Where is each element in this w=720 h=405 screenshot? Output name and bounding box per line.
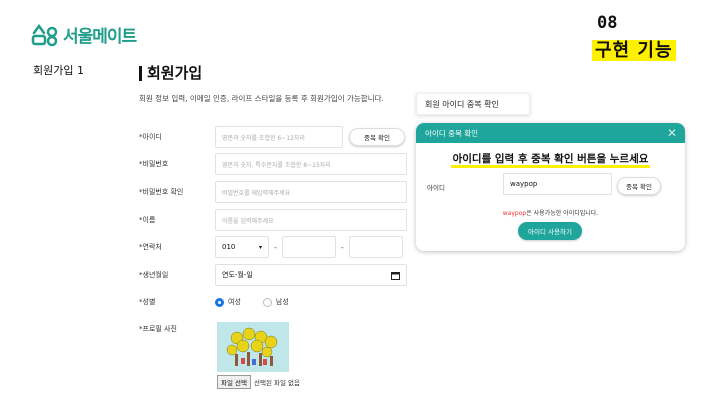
phone-prefix-select[interactable]: 010 ▾ xyxy=(215,236,269,258)
name-label: *이름 xyxy=(139,216,156,224)
page-description: 회원 정보 입력, 이메일 인증, 라이프 스타일을 등록 후 회원가입이 가능… xyxy=(139,94,384,103)
gender-male-label: 남성 xyxy=(275,298,289,306)
use-id-button[interactable]: 아이디 사용하기 xyxy=(518,222,582,240)
form-row-photo: *프로필 사진 xyxy=(139,318,215,340)
file-select-button[interactable]: 파일 선택 xyxy=(217,375,251,389)
birthdate-input[interactable]: 연도-월-일 xyxy=(215,264,407,286)
birthdate-value: 연도-월-일 xyxy=(222,271,253,279)
slide-number: 08 xyxy=(597,13,618,33)
page-title: 회원가입 xyxy=(139,66,202,81)
modal-id-label: 아이디 xyxy=(427,184,445,192)
profile-photo-preview xyxy=(217,322,289,372)
id-input[interactable]: 영문과 숫자를 조합한 6~12자리 xyxy=(215,126,343,148)
brand-name: 서울메이트 xyxy=(63,27,137,47)
password-confirm-label: *비밀번호 확인 xyxy=(139,188,184,196)
form-row-gender: *성별 여성 남성 xyxy=(139,291,311,313)
brand-logo: 서울메이트 xyxy=(31,22,137,47)
name-input[interactable]: 이름을 입력해주세요 xyxy=(215,209,407,231)
gender-female-label: 여성 xyxy=(228,298,241,306)
file-status: 선택된 파일 없음 xyxy=(254,379,300,387)
phone-last-input[interactable] xyxy=(348,236,403,258)
chevron-down-icon: ▾ xyxy=(258,243,262,251)
modal-result-id: waypop xyxy=(502,210,527,217)
phone-dash: - xyxy=(340,242,344,252)
annotation-callout: 회원 아이디 중복 확인 xyxy=(416,93,530,115)
radio-unchecked-icon[interactable] xyxy=(262,297,272,307)
password-input[interactable]: 영문과 숫자, 특수문자를 조합한 8~15자리 xyxy=(215,153,407,175)
slide-label: 회원가입 1 xyxy=(33,64,84,77)
form-row-name: *이름 이름을 입력해주세요 xyxy=(139,209,407,231)
close-icon[interactable]: ✕ xyxy=(667,126,677,140)
password-label: *비밀번호 xyxy=(139,160,169,168)
gender-option-male[interactable]: 남성 xyxy=(262,297,289,307)
radio-checked-icon[interactable] xyxy=(215,297,224,307)
form-row-birthdate: *생년월일 연도-월-일 xyxy=(139,264,407,286)
modal-instruction-text: 아이디를 입력 후 중복 확인 버튼을 누르세요 xyxy=(450,153,651,168)
id-check-button[interactable]: 중복 확인 xyxy=(349,128,405,146)
id-label: *아이디 xyxy=(139,133,162,141)
modal-check-button[interactable]: 중복 확인 xyxy=(617,177,661,195)
calendar-icon[interactable] xyxy=(391,271,400,280)
modal-result-message: waypop은 사용가능한 아이디입니다. xyxy=(416,208,685,217)
form-row-id: *아이디 영문과 숫자를 조합한 6~12자리 중복 확인 xyxy=(139,126,405,148)
birthdate-label: *생년월일 xyxy=(139,271,169,279)
modal-result-text: 은 사용가능한 아이디입니다. xyxy=(526,210,599,217)
file-picker: 파일 선택 선택된 파일 없음 xyxy=(217,375,300,389)
modal-id-input[interactable]: waypop xyxy=(503,173,612,195)
profile-photo-image xyxy=(217,322,289,372)
form-row-password-confirm: *비밀번호 확인 비밀번호를 재입력해주세요 xyxy=(139,181,407,203)
password-confirm-input[interactable]: 비밀번호를 재입력해주세요 xyxy=(215,181,407,203)
phone-dash: - xyxy=(274,242,277,252)
id-check-modal: 아이디 중복 확인 ✕ 아이디를 입력 후 중복 확인 버튼을 누르세요 아이디… xyxy=(416,123,685,251)
form-row-phone: *연락처 010 ▾ - - xyxy=(139,236,403,258)
slide-title-text: 구현 기능 xyxy=(592,40,676,61)
photo-label: *프로필 사진 xyxy=(139,325,177,333)
slide-title: 구현 기능 xyxy=(592,36,676,62)
form-row-password: *비밀번호 영문과 숫자, 특수문자를 조합한 8~15자리 xyxy=(139,153,407,175)
phone-middle-input[interactable] xyxy=(281,236,336,258)
brand-logo-icon xyxy=(31,23,58,46)
modal-instruction: 아이디를 입력 후 중복 확인 버튼을 누르세요 xyxy=(416,151,685,168)
modal-title: 아이디 중복 확인 xyxy=(425,128,479,138)
modal-header: 아이디 중복 확인 ✕ xyxy=(416,123,685,143)
phone-prefix-value: 010 xyxy=(222,243,236,251)
gender-label: *성별 xyxy=(139,298,156,306)
phone-label: *연락처 xyxy=(139,243,162,251)
gender-option-female[interactable]: 여성 xyxy=(215,297,241,307)
